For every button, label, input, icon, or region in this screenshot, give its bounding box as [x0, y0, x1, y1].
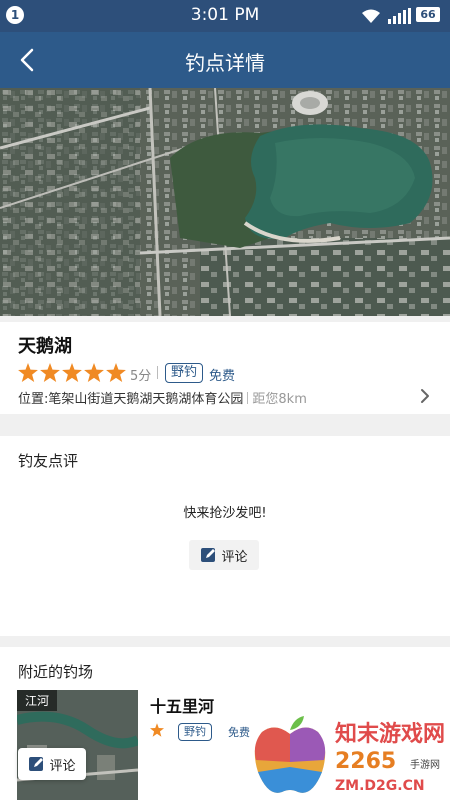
nearby-fee-text: 免费: [228, 726, 250, 739]
fee-text: 免费: [209, 369, 236, 384]
watermark-suffix: 手游网: [410, 760, 440, 771]
nearby-title: 附近的钓场: [18, 663, 94, 681]
nearby-spot-name[interactable]: 十五里河: [150, 693, 214, 717]
reviews-title: 钓友点评: [18, 452, 79, 470]
signal-icon: [388, 8, 411, 24]
floating-comment-label: 评论: [49, 758, 76, 774]
divider: [247, 392, 249, 404]
watermark: 知末游戏网 2265 手游网 ZM.D2G.CN: [250, 712, 450, 800]
rating-stars: [18, 363, 126, 382]
edit-icon: [201, 548, 216, 562]
floating-comment-button[interactable]: 评论: [18, 748, 86, 780]
nearby-spot-tag: 野钓: [178, 723, 212, 741]
status-time: 3:01 PM: [190, 5, 260, 25]
spot-type-tag: 野钓: [165, 363, 204, 383]
reviews-empty-message: 快来抢沙发吧!: [183, 506, 267, 521]
apple-logo: [254, 716, 326, 793]
watermark-title: 知末游戏网: [335, 722, 446, 747]
wifi-icon: [362, 9, 380, 23]
thumbnail-label: 江河: [17, 690, 58, 711]
edit-icon: [29, 757, 44, 771]
watermark-url: ZM.D2G.CN: [335, 778, 425, 794]
location-label: 位置:: [18, 392, 49, 407]
satellite-map-image: [0, 88, 450, 316]
location-row[interactable]: 位置:笔架山街道天鹅湖天鹅湖体育公园 距您8km: [18, 388, 307, 407]
divider: [157, 366, 158, 379]
score-text: 5分: [130, 369, 152, 384]
star-icon: [18, 363, 38, 382]
watermark-number: 2265: [335, 749, 397, 774]
star-icon: [40, 363, 60, 382]
nearby-thumbnail[interactable]: 江河: [17, 690, 138, 800]
star-icon: [62, 363, 82, 382]
star-icon: [150, 723, 164, 737]
star-icon: [106, 363, 126, 382]
comment-button-label: 评论: [221, 549, 248, 565]
distance-text: 距您8km: [252, 392, 307, 407]
comment-button[interactable]: 评论: [189, 540, 259, 570]
nav-bar: 钓点详情: [0, 32, 450, 88]
reviews-section: 钓友点评 快来抢沙发吧! 评论: [0, 436, 450, 636]
page-title: 钓点详情: [185, 51, 265, 75]
location-text: 笔架山街道天鹅湖天鹅湖体育公园: [48, 392, 244, 407]
spot-info-card: 天鹅湖 5分 野钓 免费 位置:笔架山街道天鹅湖天鹅湖体育公园 距您8km: [0, 322, 450, 414]
battery-icon: 66: [416, 7, 440, 22]
chevron-right-icon[interactable]: [420, 388, 430, 404]
status-bar: 1 3:01 PM 66: [0, 0, 450, 32]
star-icon: [84, 363, 104, 382]
spot-name: 天鹅湖: [18, 336, 72, 357]
